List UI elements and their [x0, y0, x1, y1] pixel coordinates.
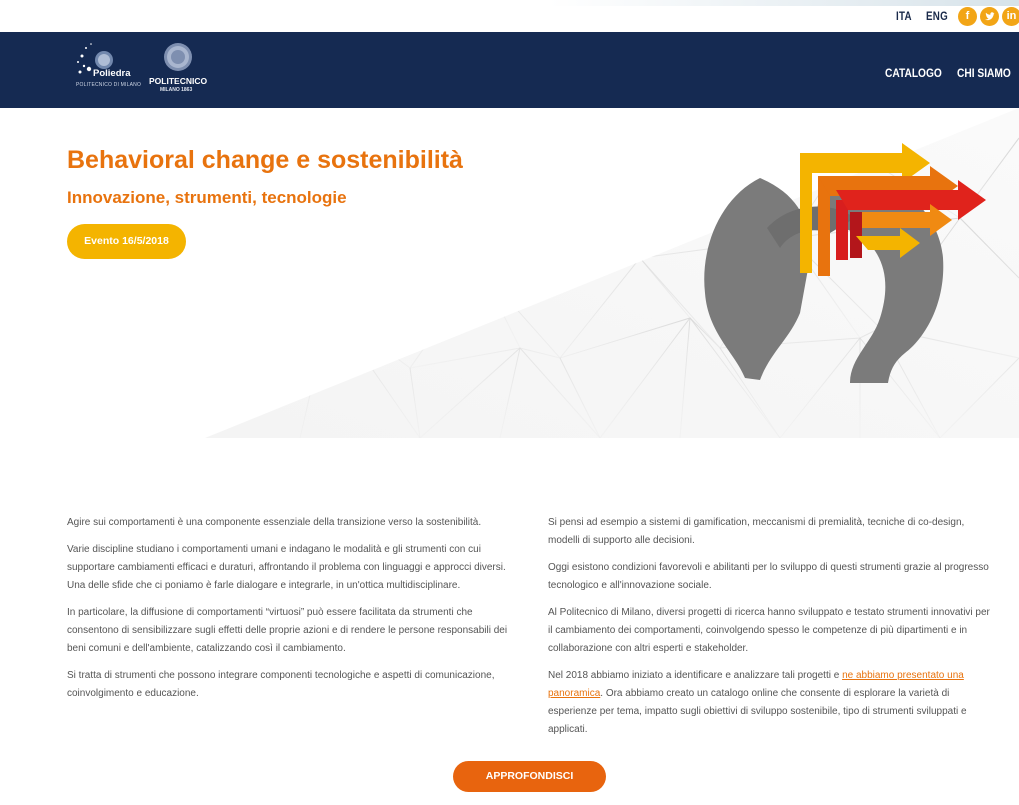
paragraph: Si pensi ad esempio a sistemi di gamific… — [548, 517, 965, 546]
nav-chi-siamo[interactable]: CHI SIAMO — [957, 66, 1011, 80]
linkedin-icon[interactable]: in — [1002, 7, 1019, 26]
poliedra-subtitle: POLITECNICO DI MILANO — [76, 82, 142, 88]
twitter-icon[interactable] — [980, 7, 999, 26]
main-navbar: Poliedra POLITECNICO DI MILANO POLITECNI… — [0, 32, 1019, 108]
paragraph-with-link: Nel 2018 abbiamo iniziato a identificare… — [548, 667, 993, 739]
hero-subtitle: Innovazione, strumenti, tecnologie — [67, 188, 347, 207]
top-gradient — [549, 0, 1019, 6]
paragraph: Si tratta di strumenti che possono integ… — [67, 670, 495, 699]
polimi-seal-icon[interactable] — [163, 42, 193, 72]
lang-eng-link[interactable]: ENG — [926, 11, 948, 23]
paragraph: Oggi esistono condizioni favorevoli e ab… — [548, 562, 989, 591]
event-badge-button[interactable]: Evento 16/5/2018 — [67, 224, 186, 259]
twitter-bird-icon — [985, 12, 995, 21]
top-bar: ITA ENG f in — [0, 0, 1019, 32]
nav-catalogo[interactable]: CATALOGO — [885, 66, 942, 80]
content-right-column: Si pensi ad esempio a sistemi di gamific… — [548, 514, 993, 748]
polimi-name: POLITECNICO — [149, 76, 208, 86]
paragraph: Varie discipline studiano i comportament… — [67, 544, 506, 591]
polimi-subtitle: MILANO 1863 — [160, 87, 193, 93]
paragraph: Al Politecnico di Milano, diversi proget… — [548, 607, 990, 654]
lang-ita-link[interactable]: ITA — [896, 11, 912, 23]
hero-banner: Behavioral change e sostenibilità Innova… — [0, 108, 1019, 438]
paragraph: In particolare, la diffusione di comport… — [67, 607, 508, 654]
hero-title: Behavioral change e sostenibilità — [67, 146, 463, 174]
paragraph: Agire sui comportamenti è una componente… — [67, 517, 482, 528]
poliedra-name: Poliedra — [93, 68, 131, 79]
facebook-icon[interactable]: f — [958, 7, 977, 26]
content-left-column: Agire sui comportamenti è una componente… — [67, 514, 512, 712]
paragraph-text: Nel 2018 abbiamo iniziato a identificare… — [548, 670, 843, 681]
approfondisci-button[interactable]: APPROFONDISCI — [453, 761, 606, 792]
paragraph-text: . Ora abbiamo creato un catalogo online … — [548, 688, 967, 735]
